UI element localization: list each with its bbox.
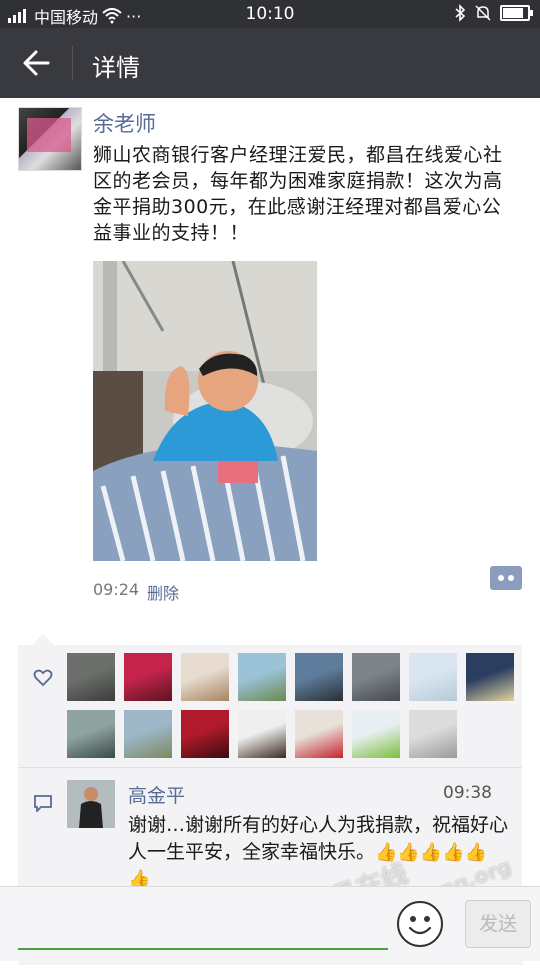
comment-dot (498, 575, 504, 581)
like-avatar[interactable] (295, 710, 343, 758)
like-avatar[interactable] (409, 710, 457, 758)
bluetooth-icon (455, 4, 466, 22)
battery-icon (500, 5, 533, 21)
patient-photo-image (93, 261, 317, 561)
status-right (454, 4, 533, 22)
post-author[interactable]: 余老师 (93, 108, 156, 138)
nav-divider (72, 46, 73, 80)
send-button[interactable]: 发送 (465, 900, 531, 948)
comment-time: 09:38 (443, 783, 492, 803)
back-button[interactable] (18, 46, 58, 80)
like-avatar[interactable] (409, 653, 457, 701)
like-avatar[interactable] (352, 653, 400, 701)
page-title: 详情 (92, 54, 140, 82)
commenter-avatar[interactable] (67, 780, 115, 828)
battery-fill (503, 8, 523, 18)
commenter-avatar-image (67, 780, 115, 828)
emoji-button[interactable] (396, 900, 444, 948)
like-avatar[interactable] (238, 710, 286, 758)
nav-bar: 详情 (0, 28, 540, 98)
avatar-image (27, 118, 71, 152)
panel-arrow (32, 634, 54, 645)
post-time: 09:24 (93, 580, 140, 599)
heart-icon (33, 669, 53, 687)
author-avatar[interactable] (18, 107, 82, 171)
status-bar: 中国移动 ··· 10:10 (0, 0, 540, 28)
delete-link[interactable]: 删除 (147, 580, 179, 604)
like-avatar[interactable] (67, 710, 115, 758)
post-photo[interactable] (93, 261, 317, 561)
like-avatar[interactable] (124, 710, 172, 758)
comment-dot (508, 575, 514, 581)
smiley-icon (397, 901, 443, 947)
like-avatar[interactable] (124, 653, 172, 701)
like-avatar[interactable] (238, 653, 286, 701)
like-avatar[interactable] (295, 653, 343, 701)
comment-icon (34, 795, 52, 812)
like-avatar[interactable] (181, 710, 229, 758)
like-avatar[interactable] (181, 653, 229, 701)
comment-author[interactable]: 高金平 (128, 781, 185, 808)
like-avatar[interactable] (466, 653, 514, 701)
back-arrow-icon (23, 50, 50, 76)
mute-icon (475, 5, 491, 21)
comment-input[interactable] (18, 904, 388, 950)
like-avatar[interactable] (352, 710, 400, 758)
panel-separator (18, 767, 522, 768)
comment-action-button[interactable] (490, 566, 522, 590)
like-avatar[interactable] (67, 653, 115, 701)
post-text: 狮山农商银行客户经理汪爱民，都昌在线爱心社区的老会员，每年都为困难家庭捐款！这次… (93, 144, 503, 244)
